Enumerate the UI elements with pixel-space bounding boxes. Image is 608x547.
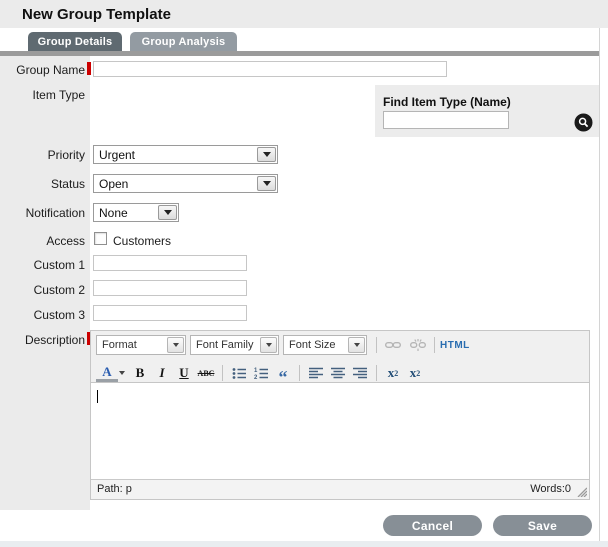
custom1-label: Custom 1	[0, 258, 85, 272]
group-name-label: Group Name	[0, 63, 85, 77]
italic-icon[interactable]: I	[151, 364, 173, 382]
description-content-area[interactable]	[91, 382, 589, 489]
notification-value: None	[99, 206, 128, 220]
custom2-label: Custom 2	[0, 283, 85, 297]
find-item-type-input[interactable]	[383, 111, 509, 129]
superscript-icon[interactable]: x2	[404, 364, 426, 382]
format-select[interactable]: Format	[96, 335, 186, 355]
description-editor: Format Font Family Font Size	[90, 330, 590, 500]
strikethrough-icon[interactable]: ABC	[195, 364, 217, 382]
item-type-label: Item Type	[0, 88, 85, 102]
font-size-value: Font Size	[289, 339, 335, 351]
chevron-down-icon[interactable]	[257, 147, 276, 162]
custom3-label: Custom 3	[0, 308, 85, 322]
tab-group-details[interactable]: Group Details	[28, 32, 122, 51]
status-label: Status	[0, 177, 85, 191]
chevron-down-icon[interactable]	[257, 176, 276, 191]
customers-checkbox-label: Customers	[113, 234, 171, 248]
cancel-button[interactable]: Cancel	[383, 515, 482, 536]
bold-icon[interactable]: B	[129, 364, 151, 382]
notification-label: Notification	[0, 206, 85, 220]
tab-group-analysis[interactable]: Group Analysis	[130, 32, 237, 51]
text-caret	[97, 390, 98, 403]
chevron-down-icon[interactable]	[260, 337, 277, 353]
toolbar-separator	[434, 337, 435, 353]
description-label: Description	[0, 333, 85, 347]
toolbar-separator	[222, 365, 223, 381]
unlink-icon[interactable]	[407, 336, 429, 354]
save-button[interactable]: Save	[493, 515, 592, 536]
link-icon[interactable]	[382, 336, 404, 354]
group-name-input[interactable]	[93, 61, 447, 77]
find-item-type-label: Find Item Type (Name)	[383, 95, 511, 109]
priority-label: Priority	[0, 148, 85, 162]
access-label: Access	[0, 234, 85, 248]
status-select[interactable]: Open	[93, 174, 278, 193]
html-source-button[interactable]: HTML	[440, 340, 470, 351]
font-family-value: Font Family	[196, 339, 253, 351]
resize-grip-icon[interactable]	[575, 485, 587, 497]
toolbar-separator	[299, 365, 300, 381]
underline-icon[interactable]: U	[173, 364, 195, 382]
tab-group-analysis-label: Group Analysis	[142, 36, 226, 48]
editor-status-bar: Path: p Words:0	[91, 479, 589, 499]
svg-text:1: 1	[254, 368, 258, 374]
editor-path-status: Path: p	[97, 483, 132, 495]
font-color-chevron-icon[interactable]	[119, 371, 125, 375]
tab-divider-bar	[0, 51, 600, 56]
format-value: Format	[102, 339, 137, 351]
align-center-icon[interactable]	[327, 364, 349, 382]
font-family-select[interactable]: Font Family	[190, 335, 279, 355]
toolbar-separator	[376, 365, 377, 381]
editor-word-count: Words:0	[530, 483, 571, 495]
numbered-list-icon[interactable]: 1 2	[250, 364, 272, 382]
custom2-input[interactable]	[93, 280, 247, 296]
chevron-down-icon[interactable]	[158, 205, 177, 220]
bullet-list-icon[interactable]	[228, 364, 250, 382]
customers-checkbox[interactable]	[94, 232, 107, 245]
search-icon[interactable]	[574, 113, 593, 132]
font-size-select[interactable]: Font Size	[283, 335, 367, 355]
group-name-required-marker	[87, 62, 91, 75]
notification-select[interactable]: None	[93, 203, 179, 222]
page-bottom-strip	[0, 541, 608, 547]
align-right-icon[interactable]	[349, 364, 371, 382]
page-right-border	[599, 28, 600, 547]
align-left-icon[interactable]	[305, 364, 327, 382]
font-color-icon[interactable]: A	[96, 364, 118, 382]
chevron-down-icon[interactable]	[167, 337, 184, 353]
subscript-icon[interactable]: x2	[382, 364, 404, 382]
tab-group-details-label: Group Details	[38, 36, 113, 48]
svg-text:2: 2	[254, 375, 258, 380]
priority-select[interactable]: Urgent	[93, 145, 278, 164]
page-title: New Group Template	[22, 6, 171, 23]
priority-value: Urgent	[99, 148, 135, 162]
status-value: Open	[99, 177, 128, 191]
toolbar-separator	[376, 337, 377, 353]
custom3-input[interactable]	[93, 305, 247, 321]
chevron-down-icon[interactable]	[348, 337, 365, 353]
custom1-input[interactable]	[93, 255, 247, 271]
